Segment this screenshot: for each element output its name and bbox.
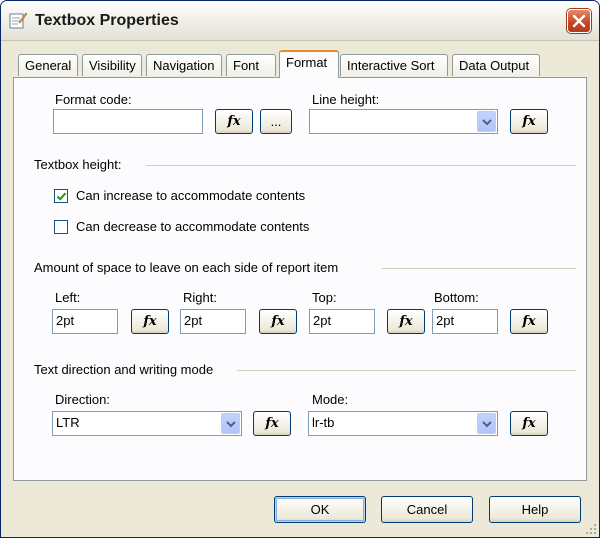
close-button[interactable] — [567, 9, 591, 33]
line-height-dropdown[interactable] — [309, 109, 498, 134]
function-icon: fx — [143, 314, 157, 329]
chevron-down-icon — [226, 421, 236, 428]
group-divider — [146, 165, 576, 166]
tab-font[interactable]: Font — [226, 54, 276, 76]
resize-grip-icon[interactable] — [585, 523, 597, 535]
mode-value: lr-tb — [312, 415, 335, 430]
can-decrease-label[interactable]: Can decrease to accommodate contents — [76, 219, 309, 234]
direction-expression-button[interactable]: fx — [253, 411, 291, 436]
tab-label: Visibility — [89, 58, 136, 73]
can-decrease-checkbox[interactable] — [54, 220, 68, 234]
format-code-input[interactable] — [53, 109, 203, 134]
line-height-expression-button[interactable]: fx — [510, 109, 548, 134]
right-label: Right: — [183, 290, 217, 305]
dropdown-arrow[interactable] — [477, 111, 496, 132]
top-label: Top: — [312, 290, 337, 305]
check-icon — [56, 192, 67, 201]
tab-general[interactable]: General — [18, 54, 78, 76]
left-padding-input[interactable]: 2pt — [52, 309, 118, 334]
function-icon: fx — [265, 416, 279, 431]
group-divider — [237, 370, 576, 371]
format-code-label: Format code: — [55, 92, 132, 107]
can-increase-checkbox[interactable] — [54, 189, 68, 203]
dropdown-arrow[interactable] — [477, 413, 496, 434]
chevron-down-icon — [482, 421, 492, 428]
tab-format[interactable]: Format — [279, 50, 339, 78]
help-button[interactable]: Help — [489, 496, 581, 523]
spacing-heading: Amount of space to leave on each side of… — [34, 260, 339, 275]
mode-expression-button[interactable]: fx — [510, 411, 548, 436]
function-icon: fx — [227, 114, 241, 129]
function-icon: fx — [399, 314, 413, 329]
function-icon: fx — [522, 314, 536, 329]
textbox-properties-dialog: Textbox Properties General Visibility Na… — [0, 0, 600, 538]
ok-button[interactable]: OK — [274, 496, 366, 523]
group-divider — [382, 268, 576, 269]
function-icon: fx — [522, 416, 536, 431]
chevron-down-icon — [482, 119, 492, 126]
top-padding-input[interactable]: 2pt — [309, 309, 375, 334]
tab-label: General — [25, 58, 72, 73]
tab-label: Format — [286, 55, 328, 70]
tab-label: Data Output — [459, 58, 530, 73]
cancel-button[interactable]: Cancel — [381, 496, 473, 523]
properties-icon — [9, 12, 28, 29]
tab-navigation[interactable]: Navigation — [146, 54, 222, 76]
format-code-browse-button[interactable]: ... — [260, 109, 292, 134]
mode-label: Mode: — [312, 392, 349, 407]
bottom-label: Bottom: — [434, 290, 479, 305]
function-icon: fx — [271, 314, 285, 329]
tab-label: Navigation — [153, 58, 215, 73]
right-padding-input[interactable]: 2pt — [180, 309, 246, 334]
ok-label: OK — [310, 502, 330, 517]
ellipsis-label: ... — [270, 114, 282, 129]
can-increase-label[interactable]: Can increase to accommodate contents — [76, 188, 305, 203]
direction-label: Direction: — [55, 392, 110, 407]
line-height-label: Line height: — [312, 92, 380, 107]
bottom-padding-input[interactable]: 2pt — [432, 309, 498, 334]
top-padding-expression-button[interactable]: fx — [387, 309, 425, 334]
left-padding-expression-button[interactable]: fx — [131, 309, 169, 334]
textbox-height-heading: Textbox height: — [34, 157, 122, 172]
tab-visibility[interactable]: Visibility — [82, 54, 142, 76]
direction-value: LTR — [56, 415, 80, 430]
mode-dropdown[interactable]: lr-tb — [308, 411, 498, 436]
dialog-title: Textbox Properties — [35, 12, 179, 29]
title-bar[interactable]: Textbox Properties — [1, 1, 599, 41]
function-icon: fx — [522, 114, 536, 129]
right-padding-expression-button[interactable]: fx — [259, 309, 297, 334]
cancel-label: Cancel — [406, 502, 448, 517]
bottom-padding-expression-button[interactable]: fx — [510, 309, 548, 334]
tab-data-output[interactable]: Data Output — [452, 54, 540, 76]
left-label: Left: — [55, 290, 81, 305]
dropdown-arrow[interactable] — [221, 413, 240, 434]
close-icon — [572, 14, 586, 28]
format-code-expression-button[interactable]: fx — [215, 109, 253, 134]
text-direction-heading: Text direction and writing mode — [34, 362, 214, 377]
tab-interactive-sort[interactable]: Interactive Sort — [340, 54, 448, 76]
direction-dropdown[interactable]: LTR — [52, 411, 242, 436]
tab-label: Font — [233, 58, 260, 73]
help-label: Help — [521, 502, 549, 517]
tab-label: Interactive Sort — [347, 58, 435, 73]
